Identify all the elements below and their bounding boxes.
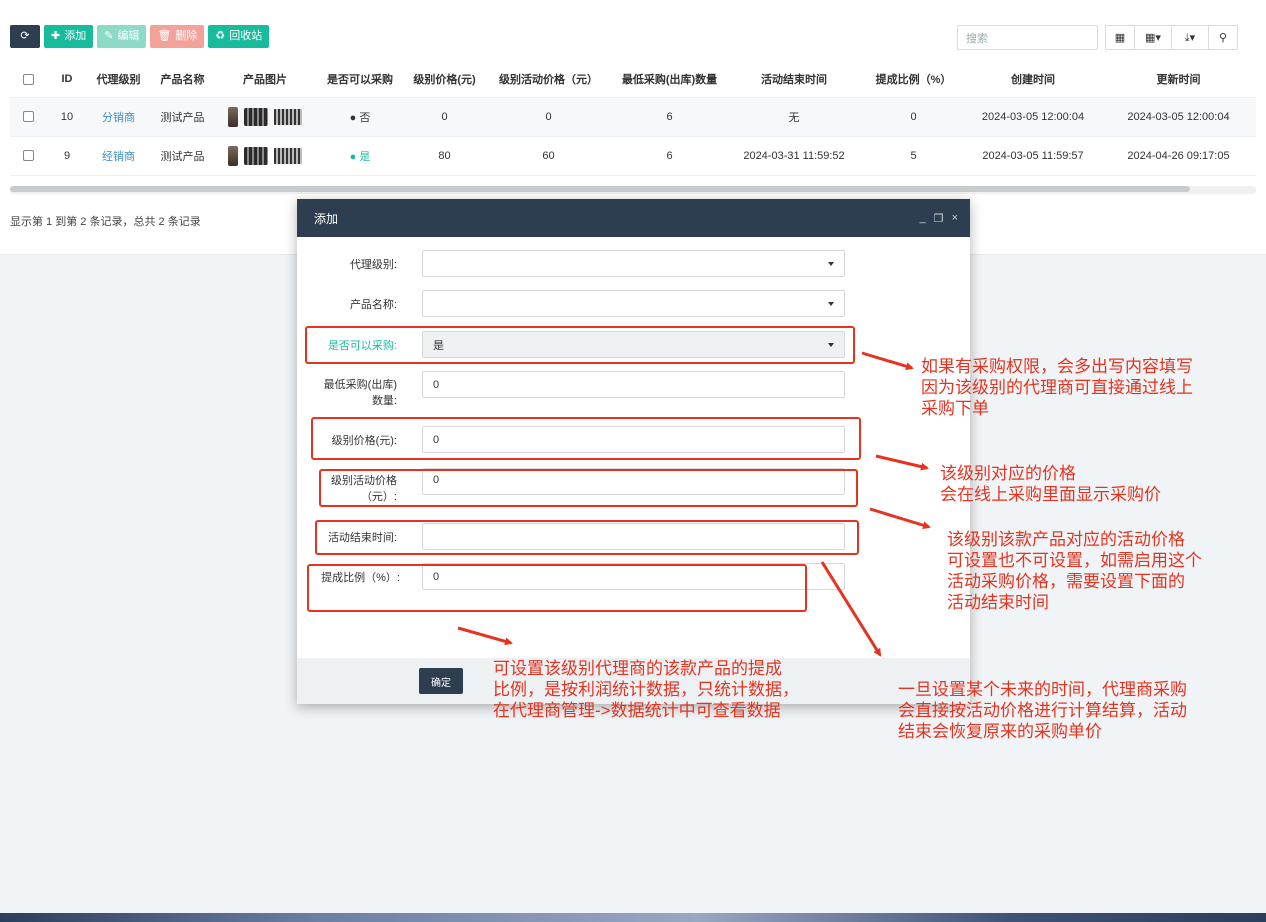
table-tools: ▦ ▦▾ ⤓▾ ⚲ [1105, 25, 1238, 50]
recycle-bin-button[interactable]: ♻ 回收站 [208, 25, 270, 48]
cell-commission: 0 [862, 97, 965, 137]
product-label: 产品名称: [349, 299, 397, 311]
cell-level-link[interactable]: 经销商 [87, 136, 150, 176]
row-checkbox[interactable] [10, 136, 47, 176]
dialog-header[interactable]: 添加 _ ❐ × [297, 199, 970, 237]
cell-price: 0 [405, 97, 484, 137]
product-select[interactable] [422, 290, 845, 317]
trash-icon: 🗑 [157, 30, 172, 42]
chevron-down-icon [828, 262, 834, 266]
annotation-note-end-time: 一旦设置某个未来的时间，代理商采购 会直接按活动价格进行计算结算，活动 结束会恢… [898, 680, 1187, 741]
download-icon: ⤓▾ [1184, 31, 1196, 44]
confirm-button[interactable]: 确定 [419, 668, 463, 694]
table-row[interactable]: 10 分销商 测试产品 ● 否 0 0 6 无 0 2024-03-05 12:… [10, 97, 1256, 137]
column-header[interactable]: 产品图片 [215, 62, 315, 98]
refresh-button[interactable]: ⟳ [10, 25, 40, 48]
taskbar-strip [0, 913, 1266, 922]
cell-id: 10 [47, 97, 87, 137]
status-dot-icon: ● [349, 111, 357, 124]
annotation-box-end-time [315, 520, 859, 555]
delete-button[interactable]: 🗑 删除 [150, 25, 205, 48]
cell-end-time: 2024-03-31 11:59:52 [726, 136, 862, 176]
annotation-note-purchasable: 如果有采购权限，会多出写内容填写 因为该级别的代理商可直接通过线上 采购下单 [921, 357, 1193, 418]
column-header[interactable]: 提成比例（%） [862, 62, 965, 98]
cell-updated: 2024-04-26 09:17:05 [1101, 136, 1256, 176]
column-header[interactable]: ID [47, 62, 87, 98]
min-qty-label: 最低采购(出库) 数量: [323, 379, 397, 407]
refresh-icon: ⟳ [20, 30, 30, 42]
cell-min-qty: 6 [613, 136, 726, 176]
cell-product: 测试产品 [150, 97, 215, 137]
cell-commission: 5 [862, 136, 965, 176]
column-header[interactable]: 更新时间 [1101, 62, 1256, 98]
row-checkbox[interactable] [10, 97, 47, 137]
maximize-icon[interactable]: ❐ [934, 212, 944, 225]
cell-product-images [215, 136, 315, 176]
cell-purchasable: ● 否 [315, 97, 405, 137]
cell-purchasable: ● 是 [315, 136, 405, 176]
add-button[interactable]: ✚ 添加 [44, 25, 94, 48]
cell-created: 2024-03-05 12:00:04 [965, 97, 1101, 137]
level-label: 代理级别: [349, 259, 397, 271]
pagination-info: 显示第 1 到第 2 条记录，总共 2 条记录 [10, 216, 201, 228]
column-header[interactable]: 创建时间 [965, 62, 1101, 98]
table-header-row: ID 代理级别 产品名称 产品图片 是否可以采购 级别价格(元) 级别活动价格（… [10, 62, 1256, 98]
data-table: ID 代理级别 产品名称 产品图片 是否可以采购 级别价格(元) 级别活动价格（… [10, 62, 1256, 176]
edit-button[interactable]: ✎ 编辑 [97, 25, 147, 48]
columns-button[interactable]: ▦▾ [1134, 25, 1172, 50]
level-select[interactable] [422, 250, 845, 277]
toolbar: ⟳ ✚ 添加 ✎ 编辑 🗑 删除 ♻ 回收站 [10, 25, 270, 48]
column-header[interactable]: 代理级别 [87, 62, 150, 98]
chevron-down-icon [828, 302, 834, 306]
cell-created: 2024-03-05 11:59:57 [965, 136, 1101, 176]
horizontal-scrollbar-thumb[interactable] [10, 186, 1190, 192]
product-thumbnail[interactable] [228, 106, 238, 127]
grid-icon: ▦▾ [1145, 32, 1161, 44]
product-thumbnail[interactable] [244, 107, 268, 126]
annotation-box-commission [307, 564, 807, 612]
cell-level-link[interactable]: 分销商 [87, 97, 150, 137]
column-header[interactable]: 级别价格(元) [405, 62, 484, 98]
advanced-search-button[interactable]: ⚲ [1208, 25, 1238, 50]
annotation-note-activity-price: 该级别该款产品对应的活动价格 可设置也不可设置，如需启用这个 活动采购价格，需要… [947, 530, 1202, 612]
cell-price: 80 [405, 136, 484, 176]
select-all-checkbox[interactable] [10, 62, 47, 98]
cell-product-images [215, 97, 315, 137]
plus-icon: ✚ [51, 30, 61, 42]
table-icon: ▦ [1114, 32, 1126, 44]
minimize-icon[interactable]: _ [920, 212, 926, 225]
product-thumbnail[interactable] [228, 145, 238, 166]
annotation-box-activity-price [319, 469, 858, 507]
cell-activity-price: 0 [484, 97, 613, 137]
annotation-box-purchasable [305, 326, 855, 364]
annotation-note-price: 该级别对应的价格 会在线上采购里面显示采购价 [940, 464, 1161, 504]
product-thumbnail[interactable] [244, 146, 268, 165]
close-icon[interactable]: × [952, 212, 958, 225]
cell-min-qty: 6 [613, 97, 726, 137]
toggle-view-button[interactable]: ▦ [1105, 25, 1135, 50]
annotation-box-price [311, 417, 861, 460]
export-button[interactable]: ⤓▾ [1171, 25, 1209, 50]
dialog-title: 添加 [314, 211, 339, 226]
column-header[interactable]: 活动结束时间 [726, 62, 862, 98]
min-qty-input[interactable]: 0 [422, 371, 845, 398]
column-header[interactable]: 是否可以采购 [315, 62, 405, 98]
column-header[interactable]: 产品名称 [150, 62, 215, 98]
cell-product: 测试产品 [150, 136, 215, 176]
recycle-icon: ♻ [215, 30, 226, 42]
cell-end-time: 无 [726, 97, 862, 137]
column-header[interactable]: 最低采购(出库)数量 [613, 62, 726, 98]
product-thumbnail[interactable] [274, 147, 302, 164]
annotation-note-commission: 可设置该级别代理商的该款产品的提成 比例，是按利润统计数据，只统计数据， 在代理… [493, 659, 799, 720]
cell-activity-price: 60 [484, 136, 613, 176]
cell-id: 9 [47, 136, 87, 176]
status-dot-icon: ● [349, 150, 357, 163]
search-icon: ⚲ [1218, 32, 1228, 44]
cell-updated: 2024-03-05 12:00:04 [1101, 97, 1256, 137]
column-header[interactable]: 级别活动价格（元） [484, 62, 613, 98]
pencil-icon: ✎ [104, 30, 114, 42]
search-input[interactable]: 搜索 [957, 25, 1098, 50]
product-thumbnail[interactable] [274, 108, 302, 125]
table-row[interactable]: 9 经销商 测试产品 ● 是 80 60 6 2024-03-31 11:59:… [10, 136, 1256, 176]
